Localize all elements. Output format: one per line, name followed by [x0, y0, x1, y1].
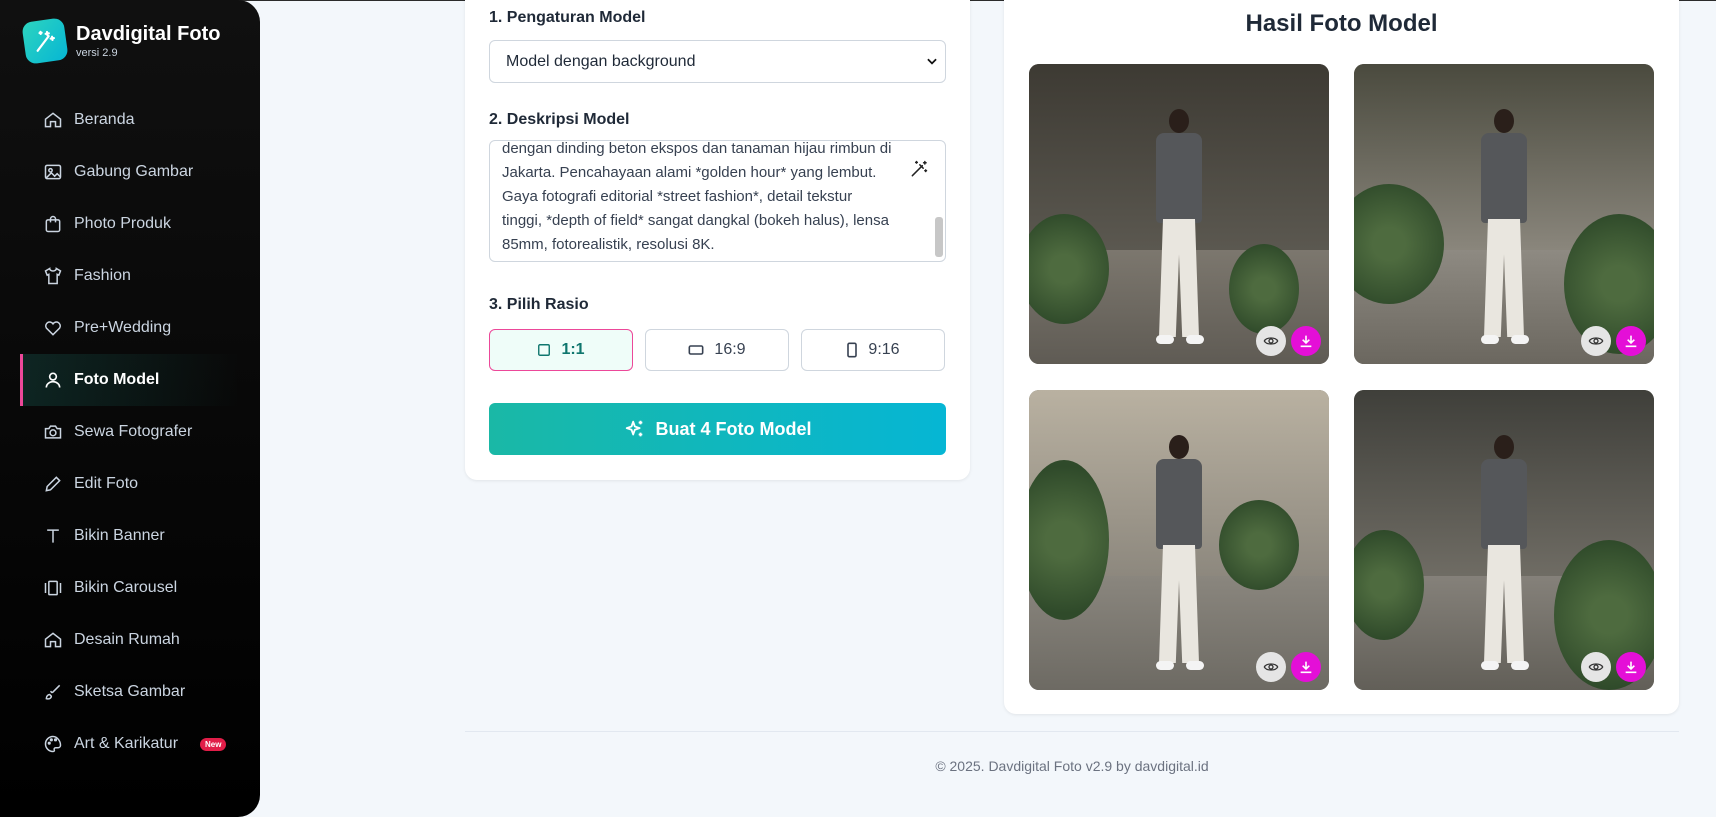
view-eye-icon[interactable]	[1256, 326, 1286, 356]
sidebar-item-desain-rumah[interactable]: Desain Rumah	[20, 614, 240, 666]
sidebar-item-fashion[interactable]: Fashion	[20, 250, 240, 302]
result-photo-3[interactable]	[1029, 390, 1329, 690]
download-icon[interactable]	[1616, 326, 1646, 356]
ratio-option-label: 9:16	[868, 341, 900, 358]
download-icon[interactable]	[1291, 652, 1321, 682]
home-icon	[42, 109, 64, 131]
brand[interactable]: Davdigital Foto versi 2.9	[21, 17, 221, 65]
ratio-option-label: 16:9	[714, 341, 746, 358]
section-description-label: 2. Deskripsi Model	[489, 111, 630, 128]
palette-icon	[42, 733, 64, 755]
model-description-text: dengan dinding beton ekspos dan tanaman …	[502, 140, 892, 253]
sidebar-item-label: Sketsa Gambar	[74, 683, 186, 700]
ratio-option-16-9[interactable]: 16:9	[645, 329, 789, 371]
view-eye-icon[interactable]	[1581, 326, 1611, 356]
image-icon	[42, 161, 64, 183]
ratio-option-9-16[interactable]: 9:16	[801, 329, 945, 371]
brand-version: versi 2.9	[76, 47, 118, 59]
sidebar-item-sketsa-gambar[interactable]: Sketsa Gambar	[20, 666, 240, 718]
sidebar-item-bikin-carousel[interactable]: Bikin Carousel	[20, 562, 240, 614]
sidebar-item-beranda[interactable]: Beranda	[20, 94, 240, 146]
brand-title: Davdigital Foto	[76, 23, 221, 45]
chevron-down-icon	[925, 54, 939, 73]
result-photo-2[interactable]	[1354, 64, 1654, 364]
landscape-icon	[688, 344, 704, 356]
sidebar-item-label: Desain Rumah	[74, 631, 180, 648]
portrait-icon	[846, 342, 858, 358]
ratio-option-1-1[interactable]: 1:1	[489, 329, 633, 371]
model-figure	[1469, 109, 1539, 354]
view-eye-icon[interactable]	[1581, 652, 1611, 682]
sidebar-item-sewa-fotografer[interactable]: Sewa Fotografer	[20, 406, 240, 458]
sidebar-item-label: Edit Foto	[74, 475, 139, 492]
carousel-icon	[42, 577, 64, 599]
new-badge: New	[200, 737, 227, 751]
result-photo-1[interactable]	[1029, 64, 1329, 364]
download-icon[interactable]	[1291, 326, 1321, 356]
model-figure	[1144, 109, 1214, 354]
sidebar-item-bikin-banner[interactable]: Bikin Banner	[20, 510, 240, 562]
sidebar-item-edit-foto[interactable]: Edit Foto	[20, 458, 240, 510]
camera-icon	[42, 421, 64, 443]
footer-divider	[465, 731, 1679, 732]
sidebar-item-label: Foto Model	[74, 371, 160, 388]
brush-icon	[42, 681, 64, 703]
download-icon[interactable]	[1616, 652, 1646, 682]
sidebar-nav: Beranda Gabung Gambar Photo Produk Fashi…	[20, 94, 240, 770]
sidebar-item-label: Bikin Carousel	[74, 579, 178, 596]
sidebar-item-label: Bikin Banner	[74, 527, 165, 544]
shirt-icon	[42, 265, 64, 287]
sidebar-item-label: Fashion	[74, 267, 131, 284]
ratio-option-label: 1:1	[561, 341, 585, 358]
shopping-bag-icon	[42, 213, 64, 235]
model-figure	[1469, 435, 1539, 680]
sidebar-item-pre-wedding[interactable]: Pre+Wedding	[20, 302, 240, 354]
sidebar-item-foto-model[interactable]: Foto Model	[20, 354, 240, 406]
sidebar-item-label: Pre+Wedding	[74, 319, 172, 336]
pencil-icon	[42, 473, 64, 495]
sidebar-item-label: Beranda	[74, 111, 135, 128]
model-type-select-value: Model dengan background	[506, 52, 696, 70]
view-eye-icon[interactable]	[1256, 652, 1286, 682]
sidebar-item-label: Gabung Gambar	[74, 163, 194, 180]
section-model-settings-label: 1. Pengaturan Model	[489, 9, 646, 26]
model-figure	[1144, 435, 1214, 680]
sidebar-item-label: Art & Karikatur	[74, 735, 179, 752]
section-ratio-label: 3. Pilih Rasio	[489, 296, 589, 313]
model-description-textarea[interactable]: dengan dinding beton ekspos dan tanaman …	[489, 140, 946, 262]
sidebar: Davdigital Foto versi 2.9 Beranda Gabung…	[0, 0, 260, 817]
magic-wand-icon[interactable]	[909, 159, 929, 184]
sidebar-item-photo-produk[interactable]: Photo Produk	[20, 198, 240, 250]
sidebar-item-art-karikatur[interactable]: Art & Karikatur New	[20, 718, 240, 770]
results-title: Hasil Foto Model	[1245, 10, 1438, 37]
textarea-scrollbar[interactable]	[935, 217, 943, 257]
sidebar-item-label: Sewa Fotografer	[74, 423, 193, 440]
footer-text: © 2025. Davdigital Foto v2.9 by davdigit…	[935, 758, 1209, 774]
sparkles-icon	[624, 418, 646, 440]
generate-photos-button[interactable]: Buat 4 Foto Model	[489, 403, 946, 455]
user-icon	[42, 369, 64, 391]
text-icon	[42, 525, 64, 547]
generate-button-label: Buat 4 Foto Model	[655, 418, 812, 439]
home-icon	[42, 629, 64, 651]
magic-wand-logo-icon	[21, 17, 69, 65]
model-type-select[interactable]: Model dengan background	[489, 40, 946, 83]
result-photo-4[interactable]	[1354, 390, 1654, 690]
sidebar-item-gabung-gambar[interactable]: Gabung Gambar	[20, 146, 240, 198]
heart-icon	[42, 317, 64, 339]
sidebar-item-label: Photo Produk	[74, 215, 171, 232]
square-icon	[537, 343, 551, 357]
